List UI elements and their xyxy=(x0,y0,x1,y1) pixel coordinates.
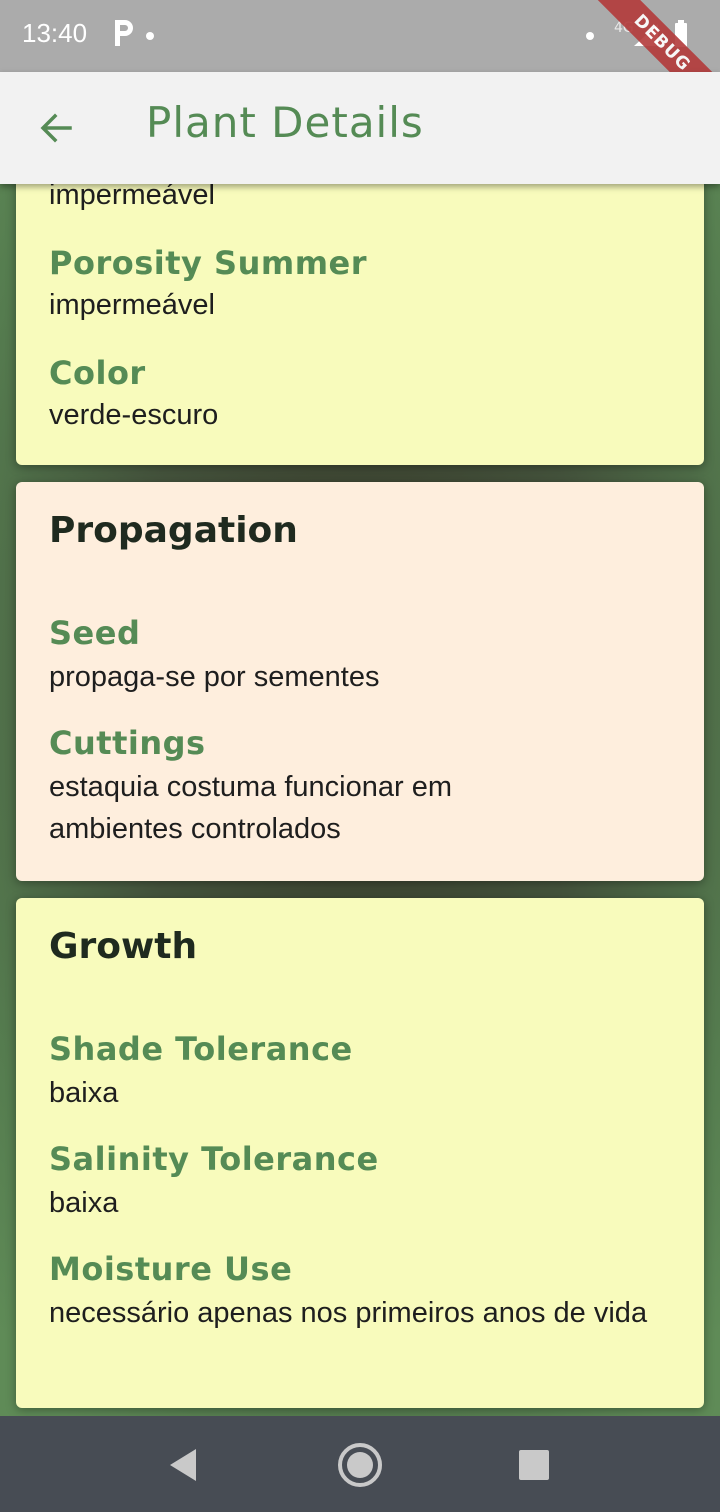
field-value: impermeável xyxy=(49,289,215,321)
nav-back-button[interactable] xyxy=(158,1440,208,1490)
status-bar: 13:40 4G DEBUG xyxy=(0,0,720,132)
field-label: Salinity Tolerance xyxy=(49,1140,379,1178)
card-title: Propagation xyxy=(49,510,298,551)
card-properties: impermeável Porosity Summer impermeável … xyxy=(16,184,704,465)
field-value: propaga-se por sementes xyxy=(49,661,380,693)
field-value: baixa xyxy=(49,1187,119,1219)
notification-dot-icon xyxy=(146,32,154,40)
arrow-back-icon xyxy=(40,113,72,143)
field-value: estaquia costuma funcionar em ambientes … xyxy=(49,771,452,845)
field-label: Porosity Summer xyxy=(49,244,368,282)
status-time: 13:40 xyxy=(22,18,88,48)
plant-details-scroll[interactable]: impermeável Porosity Summer impermeável … xyxy=(0,184,720,1416)
app-bar: Plant Details xyxy=(0,72,720,184)
nav-home-button[interactable] xyxy=(335,1440,385,1490)
field-label: Color xyxy=(49,354,146,392)
card-propagation: Propagation Seed propaga-se por sementes… xyxy=(16,482,704,881)
recents-square-icon xyxy=(519,1450,549,1480)
card-growth: Growth Shade Tolerance baixa Salinity To… xyxy=(16,898,704,1408)
field-label: Cuttings xyxy=(49,724,206,762)
field-label: Moisture Use xyxy=(49,1250,293,1288)
page-title: Plant Details xyxy=(146,98,424,147)
parking-app-icon xyxy=(115,20,133,46)
nav-recents-button[interactable] xyxy=(509,1440,559,1490)
back-button[interactable] xyxy=(24,100,88,156)
field-value: verde-escuro xyxy=(49,399,219,431)
field-value: baixa xyxy=(49,1077,119,1109)
field-value: necessário apenas nos primeiros anos de … xyxy=(49,1297,648,1329)
field-label: Shade Tolerance xyxy=(49,1030,353,1068)
field-value: impermeável xyxy=(49,184,215,211)
card-title: Growth xyxy=(49,926,198,967)
wifi-dot-icon xyxy=(586,32,594,40)
back-triangle-icon xyxy=(170,1449,196,1481)
system-nav-bar xyxy=(0,1416,720,1512)
field-label: Seed xyxy=(49,614,141,652)
home-circle-icon xyxy=(338,1443,382,1487)
